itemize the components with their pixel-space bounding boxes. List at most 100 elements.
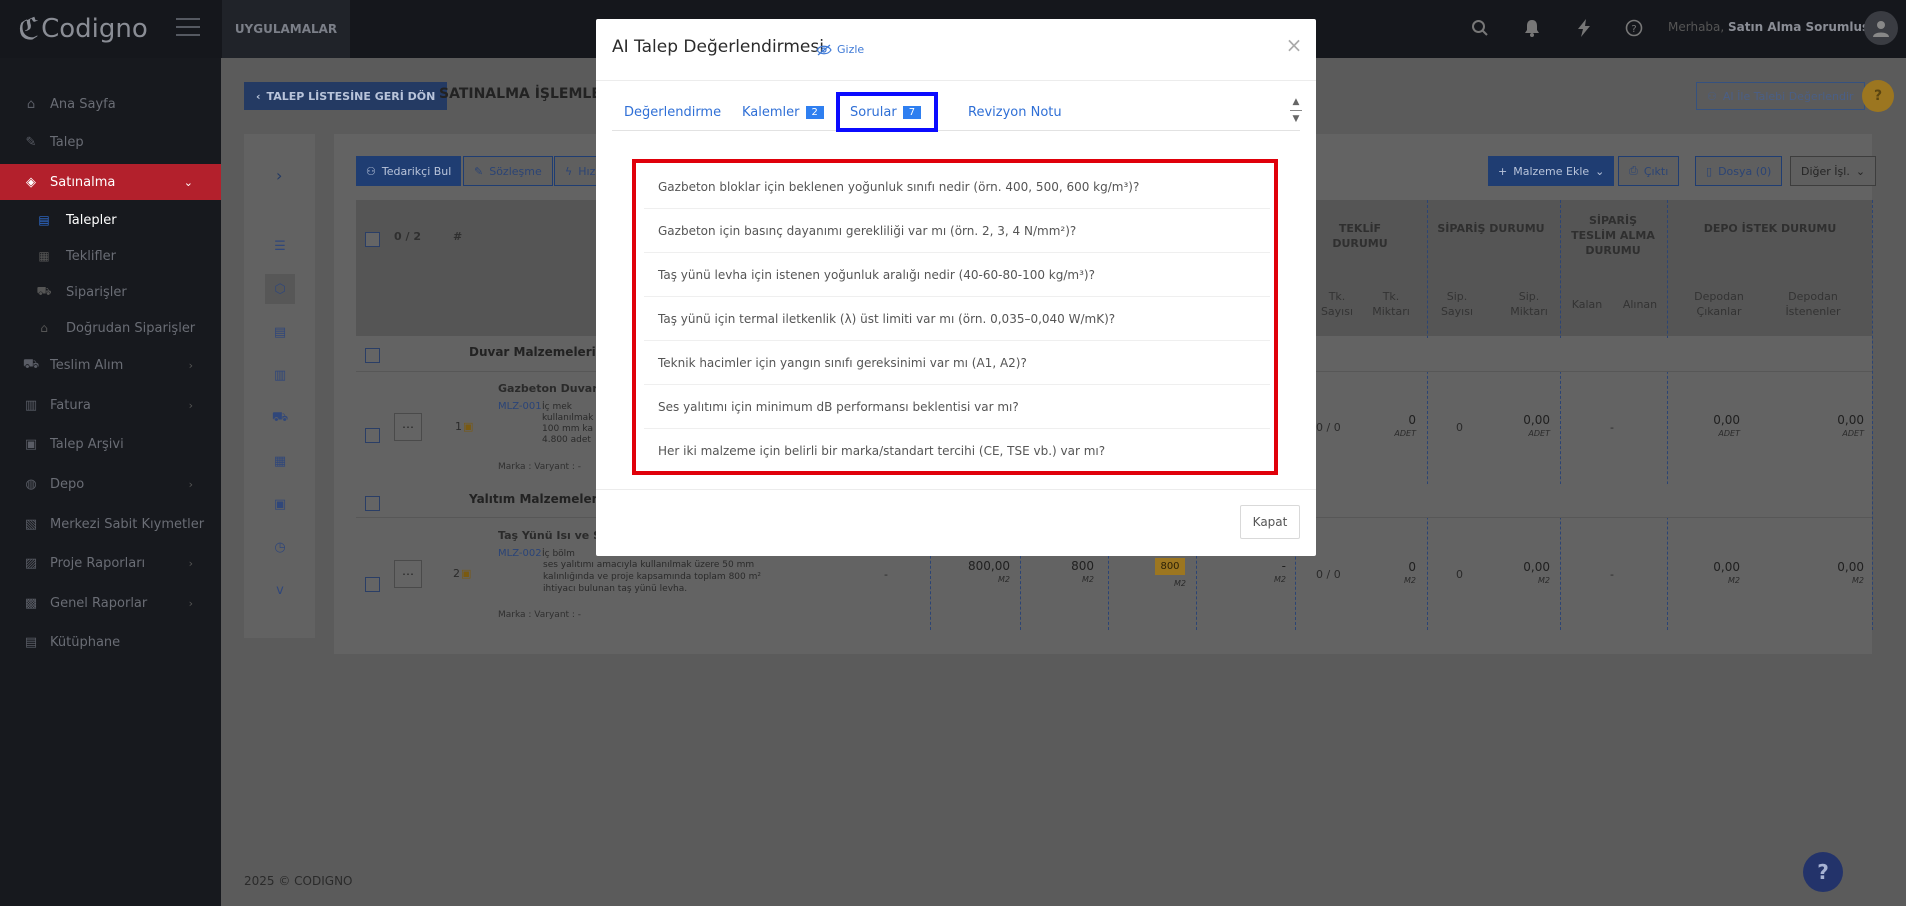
user-name: Satın Alma Sorumlusu [1728, 20, 1878, 34]
tab-items[interactable]: Kalemler 2 [742, 93, 824, 131]
offer-icon: ▦ [38, 249, 50, 263]
select-all-checkbox[interactable] [365, 232, 380, 247]
group-checkbox[interactable] [365, 496, 380, 511]
row-depot-out: 0,00 M2 [1713, 560, 1740, 585]
chart-icon: ▨ [24, 555, 38, 571]
group-checkbox[interactable] [365, 348, 380, 363]
sidebar-item-home[interactable]: ⌂ Ana Sayfa [0, 86, 221, 122]
question-item: Gazbeton bloklar için beklenen yoğunluk … [644, 165, 1270, 209]
questions-list: Gazbeton bloklar için beklenen yoğunluk … [632, 159, 1278, 475]
row-depot-requested: 0,00 M2 [1837, 560, 1864, 585]
asset-icon: ▧ [24, 516, 38, 532]
cube-icon[interactable]: ⬡ [265, 274, 295, 304]
find-supplier-button[interactable]: ⚇ Tedarikçi Bul [356, 156, 462, 186]
sidebar-item-request-archive[interactable]: ▣ Talep Arşivi [0, 426, 221, 462]
back-to-list-button[interactable]: ‹ TALEP LİSTESİNE GERİ DÖN [244, 82, 448, 110]
store-icon: ⌂ [40, 321, 48, 335]
contract-button[interactable]: ✎ Sözleşme [463, 156, 553, 186]
sidebar-item-request[interactable]: ✎ Talep [0, 124, 221, 160]
close-icon[interactable]: × [1282, 33, 1306, 57]
sidebar-item-library[interactable]: ▤ Kütüphane [0, 624, 221, 660]
column-tk-count: Tk. Sayısı [1320, 290, 1354, 318]
row-actions-button[interactable]: ⋯ [394, 413, 422, 441]
chevron-right-icon[interactable]: › [276, 166, 282, 185]
modal-tabs: Değerlendirme Kalemler 2 Sorular 7 Reviz… [612, 93, 1300, 131]
sidebar-item-fixed-assets[interactable]: ▧ Merkezi Sabit Kıymetler [0, 506, 221, 542]
edit-icon: ✎ [25, 134, 37, 150]
search-icon[interactable] [1468, 16, 1492, 40]
history-icon[interactable]: ◷ [270, 537, 290, 557]
hamburger-menu-icon[interactable] [176, 18, 200, 36]
cart-icon[interactable]: ⛟ [270, 408, 290, 428]
tab-revision-note[interactable]: Revizyon Notu [968, 93, 1062, 131]
sidebar-sub-item-offers[interactable]: ▦ Teklifler [0, 238, 221, 274]
ai-evaluate-button[interactable]: ⚇ AI İle Talebi Değerlendir [1696, 82, 1865, 110]
tab-evaluation[interactable]: Değerlendirme [624, 93, 721, 131]
add-material-button[interactable]: + Malzeme Ekle ⌄ [1488, 156, 1615, 186]
hide-toggle[interactable]: Gizle [816, 43, 864, 56]
help-circle-icon[interactable]: ? [1622, 16, 1646, 40]
row-description: 4.800 adet [542, 435, 591, 445]
sidebar-item-delivery[interactable]: ⛟ Teslim Alım › [0, 347, 221, 383]
row-description: kalınlığında ve proje kapsamında toplam … [543, 572, 761, 582]
row-checkbox[interactable] [365, 428, 380, 443]
version-icon[interactable]: v [270, 580, 290, 600]
floating-help-button[interactable]: ? [1803, 852, 1843, 892]
column-depot-status: DEPO İSTEK DURUMU [1703, 222, 1837, 235]
print-button[interactable]: ⎙ Çıktı [1618, 156, 1680, 186]
lightning-icon[interactable] [1572, 16, 1596, 40]
note-icon[interactable]: ▣ [463, 420, 473, 433]
sidebar-sub-item-direct-orders[interactable]: ⌂ Doğrudan Siparişler [0, 310, 221, 346]
arrow-up-icon[interactable]: ▲ [1293, 97, 1300, 107]
close-button[interactable]: Kapat [1240, 505, 1300, 539]
column-divider [1667, 200, 1668, 630]
file-button[interactable]: ▯ Dosya (0) [1695, 156, 1783, 186]
row-dash: - [884, 568, 888, 581]
arrow-down-icon[interactable]: ▼ [1293, 114, 1300, 124]
invoice-icon[interactable]: ▤ [270, 322, 290, 342]
tab-scroll-arrows[interactable]: ▲ ▼ [1290, 97, 1302, 131]
sidebar-item-depot[interactable]: ◍ Depo › [0, 466, 221, 502]
row-description: 100 mm ka [542, 424, 594, 434]
row-title[interactable]: Taş Yünü Isı ve S [498, 529, 601, 542]
bell-icon[interactable] [1520, 16, 1544, 40]
list-icon[interactable]: ☰ [270, 236, 290, 256]
row-code[interactable]: MLZ-001 [498, 401, 542, 412]
column-delivery-status: SİPARİŞ TESLİM ALMA DURUMU [1571, 214, 1655, 257]
sidebar-item-invoice[interactable]: ▥ Fatura › [0, 387, 221, 423]
truck-icon[interactable]: ▦ [270, 451, 290, 471]
note-icon[interactable]: ▣ [461, 567, 471, 580]
sidebar-sub-item-orders[interactable]: ⛟ Siparişler [0, 274, 221, 310]
row-checkbox[interactable] [365, 577, 380, 592]
row-actions-button[interactable]: ⋯ [394, 560, 422, 588]
warehouse-icon: ◍ [25, 476, 37, 492]
modal-header: AI Talep Değerlendirmesi Gizle × [596, 19, 1316, 81]
layers-icon: ◈ [26, 174, 36, 190]
sidebar-item-general-reports[interactable]: ▩ Genel Raporlar › [0, 585, 221, 621]
row-title[interactable]: Gazbeton Duvar [498, 382, 598, 395]
copyright: 2025 © CODIGNO [244, 874, 353, 888]
chevron-down-icon: ⌄ [1855, 164, 1866, 178]
help-button[interactable]: ? [1862, 80, 1894, 112]
row-code[interactable]: MLZ-002 [498, 548, 542, 559]
receipt-icon[interactable]: ▥ [270, 365, 290, 385]
archive-icon: ▣ [24, 436, 38, 452]
other-actions-button[interactable]: Diğer İşl. ⌄ [1790, 156, 1877, 186]
avatar[interactable] [1864, 11, 1898, 45]
apps-tab[interactable]: UYGULAMALAR [222, 0, 350, 58]
file-icon: ▯ [1706, 164, 1713, 178]
modal-footer-divider [596, 489, 1316, 490]
chevron-left-icon: ‹ [256, 89, 261, 103]
sidebar-item-project-reports[interactable]: ▨ Proje Raporları › [0, 545, 221, 581]
column-tk-amount: Tk. Miktarı [1372, 290, 1410, 318]
warehouse-icon[interactable]: ▣ [270, 494, 290, 514]
plus-icon: + [1498, 164, 1508, 178]
sidebar-item-purchasing[interactable]: ◈ Satınalma ⌄ [0, 164, 233, 200]
ai-user-icon: ⚇ [1707, 89, 1717, 103]
row-sip-amount: 0,00 ADET [1523, 413, 1550, 438]
row-index: 2 [453, 567, 460, 580]
row-description: ihtiyacı bulunan taş yünü levha. [543, 584, 688, 594]
sidebar-sub-item-requests[interactable]: ▤ Talepler [0, 202, 221, 238]
chevron-right-icon: › [188, 358, 193, 372]
logo[interactable]: ℭ Codigno [18, 12, 148, 47]
